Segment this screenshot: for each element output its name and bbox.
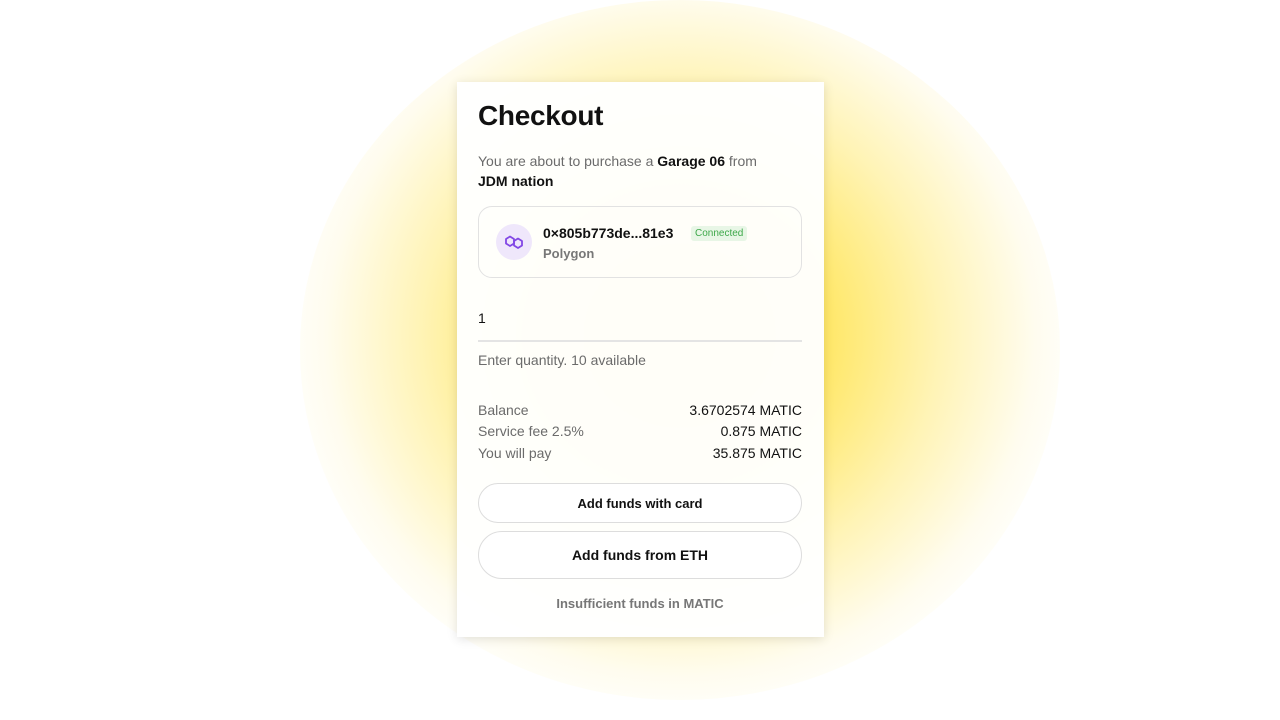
checkout-title: Checkout	[478, 100, 604, 131]
summary-value: 0.875 MATIC	[720, 423, 802, 439]
summary-row-total: You will pay 35.875 MATIC	[478, 443, 802, 463]
quantity-hint: Enter quantity. 10 available	[478, 352, 646, 368]
summary-row-balance: Balance 3.6702574 MATIC	[478, 400, 802, 420]
polygon-logo-icon	[496, 224, 532, 260]
insufficient-funds-message: Insufficient funds in MATIC	[556, 596, 724, 611]
add-funds-card-button[interactable]: Add funds with card	[478, 483, 802, 523]
summary-row-service-fee: Service fee 2.5% 0.875 MATIC	[478, 421, 802, 441]
quantity-input[interactable]: 1	[478, 310, 486, 326]
intro-prefix: You are about to purchase a	[478, 153, 654, 169]
summary-label: You will pay	[478, 445, 552, 461]
item-name: Garage 06	[657, 153, 726, 169]
seller-name: JDM nation	[478, 173, 554, 189]
page-background: Checkout You are about to purchase a Gar…	[0, 0, 1280, 720]
connected-badge: Connected	[691, 226, 748, 241]
summary-value: 3.6702574 MATIC	[689, 402, 802, 418]
quantity-underline	[478, 340, 802, 342]
wallet-card[interactable]: 0×805b773de...81e3 Connected Polygon	[478, 206, 802, 278]
purchase-description: You are about to purchase a Garage 06 fr…	[478, 151, 778, 191]
summary-label: Balance	[478, 402, 529, 418]
add-funds-eth-button[interactable]: Add funds from ETH	[478, 531, 802, 579]
summary-value: 35.875 MATIC	[712, 445, 802, 461]
checkout-card: Checkout You are about to purchase a Gar…	[457, 82, 824, 637]
summary-label: Service fee 2.5%	[478, 423, 584, 439]
wallet-network: Polygon	[543, 246, 595, 261]
wallet-address: 0×805b773de...81e3	[543, 225, 674, 241]
intro-mid: from	[728, 153, 757, 169]
